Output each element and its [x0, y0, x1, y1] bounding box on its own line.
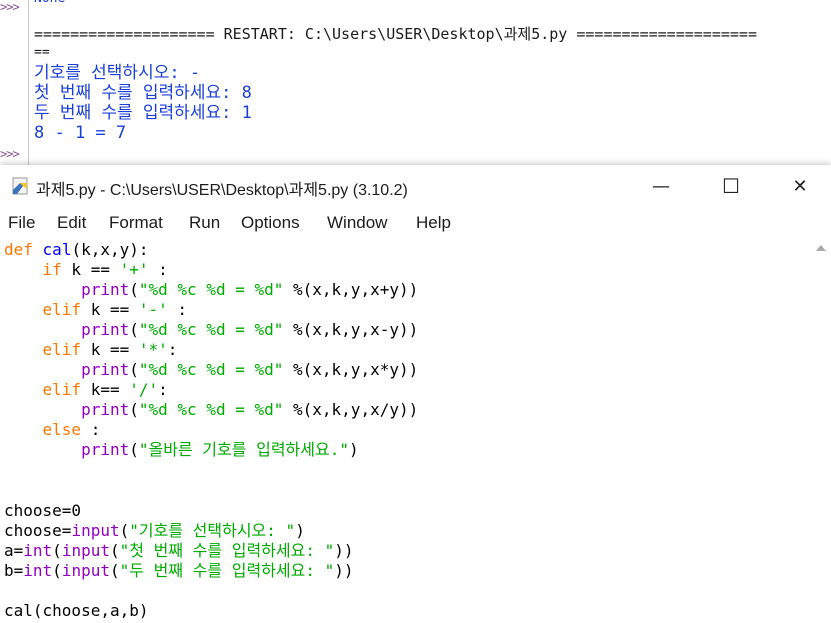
maximize-button[interactable]: ☐: [697, 165, 765, 207]
shell-output-line: 기호를 선택하시오: -: [34, 63, 201, 83]
minimize-button[interactable]: —: [627, 165, 695, 207]
code-line: print("%d %c %d = %d" %(x,k,y,x-y)): [81, 320, 419, 339]
code-line: cal(choose,a,b): [4, 601, 149, 620]
prompt-gutter: [0, 0, 29, 165]
code-line: b=int(input("두 번째 수를 입력하세요: ")): [4, 561, 354, 580]
shell-output-line: 첫 번째 수를 입력하세요: 8: [34, 83, 252, 103]
shell-prompt: >>>: [0, 0, 20, 14]
code-line: print("%d %c %d = %d" %(x,k,y,x/y)): [81, 400, 419, 419]
menu-run[interactable]: Run: [189, 213, 220, 233]
code-line: choose=input("기호를 선택하시오: "): [4, 521, 305, 540]
python-shell-window: >>> None ==================== RESTART: C…: [0, 0, 831, 165]
code-line: def cal(k,x,y):: [4, 240, 149, 259]
shell-output-line: 8 - 1 = 7: [34, 123, 127, 143]
menu-options[interactable]: Options: [241, 213, 300, 233]
code-line: print("올바른 기호를 입력하세요."): [81, 440, 359, 459]
code-line: if k == '+' :: [42, 260, 168, 279]
scroll-up-arrow-icon[interactable]: [816, 245, 826, 251]
menu-bar: File Edit Format Run Options Window Help: [0, 207, 831, 239]
python-file-icon: [12, 177, 28, 195]
code-line: else :: [42, 420, 101, 439]
code-line: print("%d %c %d = %d" %(x,k,y,x*y)): [81, 360, 419, 379]
restart-banner-wrap: ==: [34, 45, 50, 60]
shell-output-top: None: [34, 0, 65, 8]
code-line: elif k== '/':: [42, 380, 168, 399]
menu-format[interactable]: Format: [109, 213, 163, 233]
menu-help[interactable]: Help: [416, 213, 451, 233]
code-line: print("%d %c %d = %d" %(x,k,y,x+y)): [81, 280, 419, 299]
menu-edit[interactable]: Edit: [57, 213, 86, 233]
code-line: a=int(input("첫 번째 수를 입력하세요: ")): [4, 541, 354, 560]
close-button[interactable]: ✕: [766, 165, 831, 207]
menu-window[interactable]: Window: [327, 213, 387, 233]
restart-banner: ==================== RESTART: C:\Users\U…: [34, 25, 757, 43]
title-bar[interactable]: 과제5.py - C:\Users\USER\Desktop\과제5.py (3…: [0, 165, 831, 207]
code-line: elif k == '-' :: [42, 300, 188, 319]
code-line: elif k == '*':: [42, 340, 178, 359]
code-editor-area[interactable]: def cal(k,x,y): if k == '+' : print("%d …: [0, 239, 812, 623]
window-title: 과제5.py - C:\Users\USER\Desktop\과제5.py (3…: [36, 182, 408, 199]
shell-prompt: >>>: [0, 147, 20, 161]
vertical-scrollbar[interactable]: [812, 239, 831, 623]
shell-output-line: 두 번째 수를 입력하세요: 1: [34, 103, 252, 123]
idle-editor-window: 과제5.py - C:\Users\USER\Desktop\과제5.py (3…: [0, 165, 831, 623]
menu-file[interactable]: File: [8, 213, 35, 233]
code-line: choose=0: [4, 501, 82, 520]
